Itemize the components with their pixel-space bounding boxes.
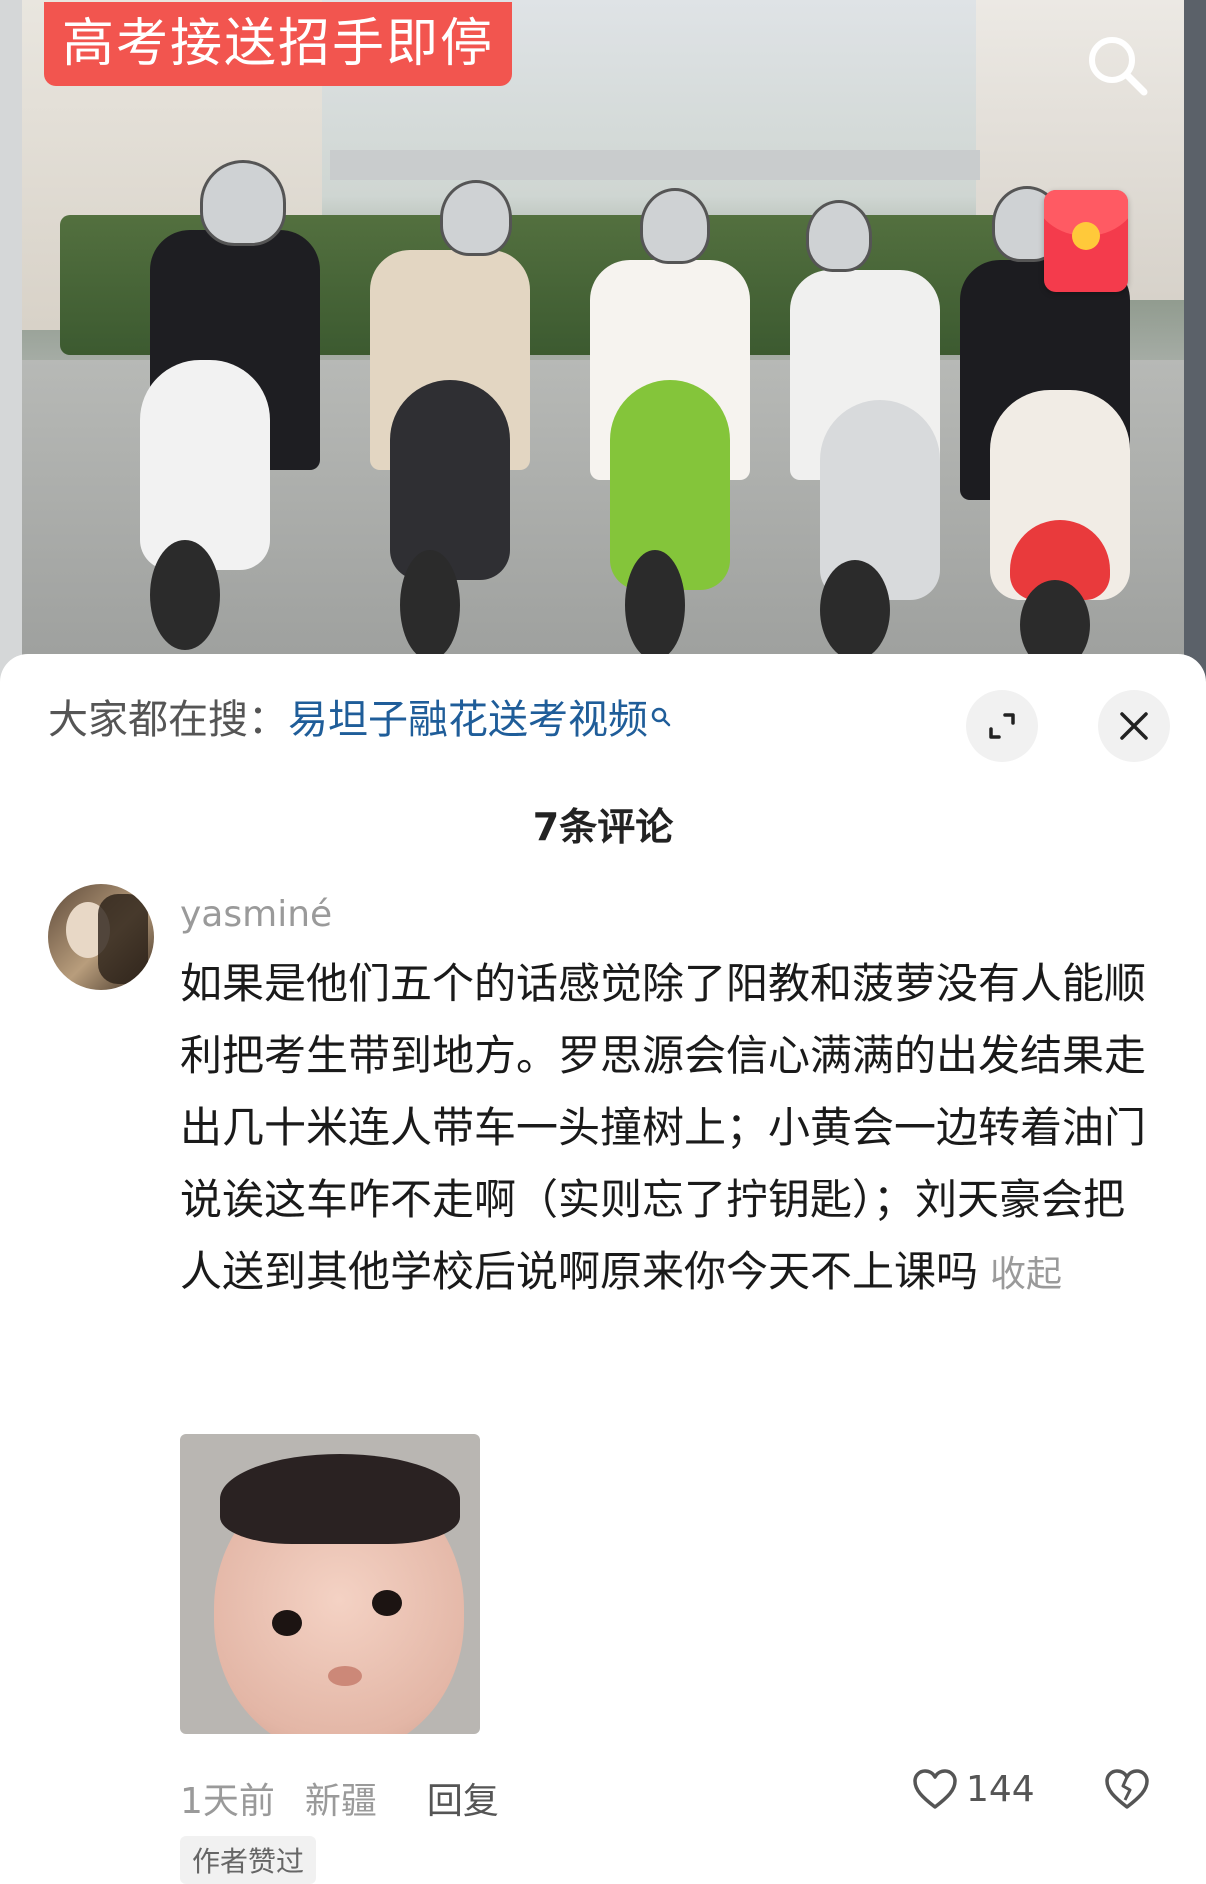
video-title: 高考接送招手即停 xyxy=(44,2,513,86)
author-liked-badge: 作者赞过 xyxy=(180,1836,317,1884)
comment-text-block: 如果是他们五个的话感觉除了阳教和菠萝没有人能顺利把考生带到地方。罗思源会信心满满… xyxy=(180,948,1150,1311)
comment-text: 如果是他们五个的话感觉除了阳教和菠萝没有人能顺利把考生带到地方。罗思源会信心满满… xyxy=(180,959,1147,1296)
rider-2-helmet xyxy=(440,180,512,256)
rider-4-helmet xyxy=(806,200,872,272)
broken-heart-icon xyxy=(1105,1769,1149,1809)
red-packet-coin xyxy=(1072,222,1100,250)
close-icon xyxy=(1120,712,1148,740)
expand-button[interactable] xyxy=(966,690,1038,762)
dislike-button[interactable] xyxy=(1104,1768,1150,1814)
expand-icon xyxy=(989,713,1015,739)
comment-meta: 1天前 新疆 回复 xyxy=(180,1772,529,1824)
comment-location: 新疆 xyxy=(304,1781,377,1822)
like-count: 144 xyxy=(966,1768,1035,1810)
like-button[interactable]: 144 xyxy=(912,1768,1035,1810)
heart-icon xyxy=(913,1769,957,1809)
scooter-2-wheel xyxy=(400,550,460,660)
scooter-2 xyxy=(390,380,510,580)
search-icon xyxy=(650,694,672,746)
comment-count: 7条评论 xyxy=(532,805,674,849)
search-icon xyxy=(1089,37,1148,96)
scooter-3-wheel xyxy=(625,550,685,660)
red-packet-icon[interactable] xyxy=(1044,190,1128,292)
video-player[interactable]: 高考接送招手即停 xyxy=(0,0,1206,700)
comment-username[interactable]: yasminé xyxy=(180,894,332,935)
sticker-eye xyxy=(372,1590,402,1616)
reply-button[interactable]: 回复 xyxy=(427,1781,499,1822)
search-button[interactable] xyxy=(1082,30,1154,102)
avatar[interactable] xyxy=(48,884,154,990)
collapse-button[interactable]: 收起 xyxy=(990,1254,1062,1295)
scooter-1-wheel xyxy=(150,540,220,650)
video-edge xyxy=(0,0,22,700)
trending-query-link[interactable]: 易坦子融花送考视频 xyxy=(288,697,648,743)
comment-time: 1天前 xyxy=(180,1781,275,1822)
comment-sticker-image[interactable] xyxy=(180,1434,480,1734)
sticker-mouth xyxy=(328,1666,362,1686)
rider-3-helmet xyxy=(640,188,710,264)
avatar-hair xyxy=(98,894,148,984)
background-bridge xyxy=(330,150,980,180)
sticker-hair xyxy=(220,1454,460,1544)
trending-search[interactable]: 大家都在搜：易坦子融花送考视频 xyxy=(48,694,672,746)
close-button[interactable] xyxy=(1098,690,1170,762)
scooter-4-wheel xyxy=(820,560,890,660)
trending-label: 大家都在搜： xyxy=(48,697,288,743)
sticker-eye xyxy=(272,1610,302,1636)
scooter-1 xyxy=(140,360,270,570)
video-edge xyxy=(1184,0,1206,700)
comment-sheet: 大家都在搜：易坦子融花送考视频 7条评论 yasminé 如果是他们五个的话感觉… xyxy=(0,654,1206,1884)
rider-1-helmet xyxy=(200,160,286,246)
